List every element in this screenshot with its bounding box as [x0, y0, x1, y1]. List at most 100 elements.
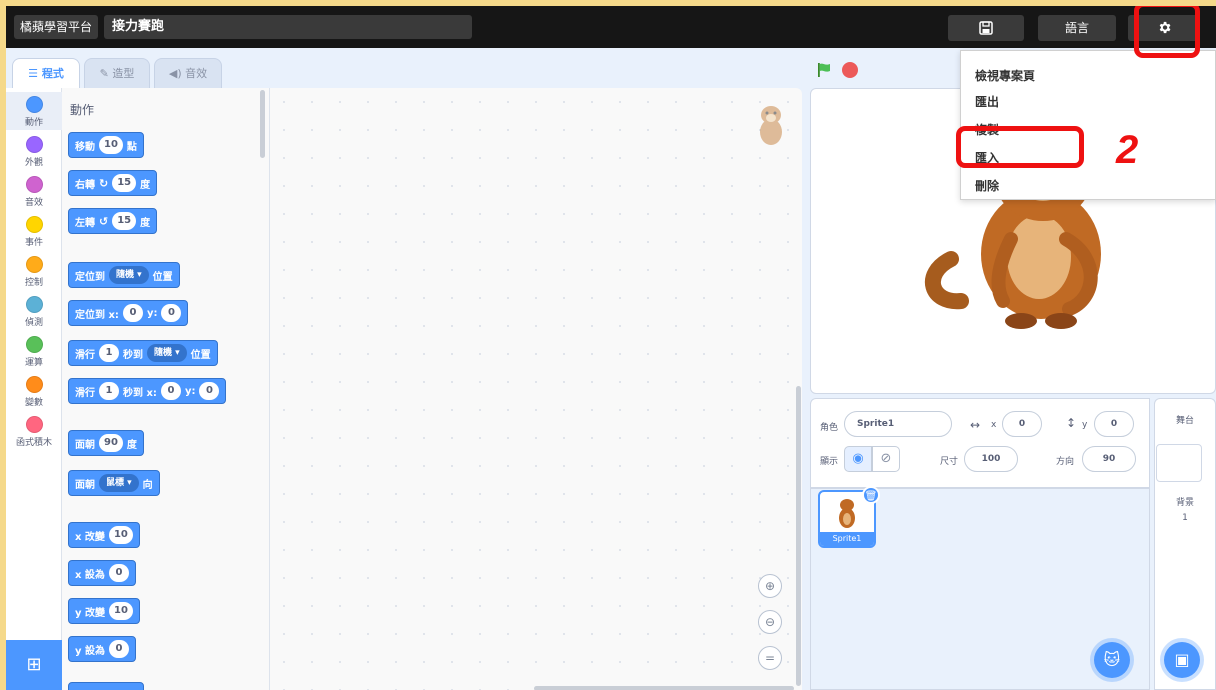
- x-input[interactable]: 0: [160, 382, 181, 400]
- category-color-dot: [25, 96, 43, 113]
- target-dropdown[interactable]: 鼠標 ▾: [99, 474, 139, 492]
- stop-icon[interactable]: [842, 62, 858, 78]
- category-label: 變數: [24, 398, 43, 408]
- category-0[interactable]: 動作: [6, 92, 62, 130]
- settings-highlight-box: [1134, 6, 1200, 58]
- seconds-input[interactable]: 1: [99, 344, 119, 362]
- size-label: 尺寸: [940, 457, 959, 467]
- category-color-dot: [25, 376, 43, 393]
- category-7[interactable]: 變數: [6, 372, 62, 410]
- set-y-block[interactable]: y 設為 0: [68, 636, 136, 662]
- top-menu-bar: 橘蘋學習平台 接力賽跑 語言: [6, 6, 1216, 48]
- horizontal-arrows-icon: ↔: [970, 418, 981, 432]
- x-input[interactable]: 0: [122, 304, 143, 322]
- workspace-horizontal-scrollbar[interactable]: [534, 686, 794, 690]
- tab-code[interactable]: ☰ 程式: [12, 58, 80, 88]
- zoom-in-icon: ⊕: [764, 579, 776, 593]
- hide-sprite-button[interactable]: ⊘: [872, 446, 900, 472]
- y-input[interactable]: 0: [109, 640, 129, 658]
- menu-item-export[interactable]: 匯出: [975, 93, 999, 110]
- category-color-dot: [25, 296, 43, 313]
- category-label: 外觀: [24, 158, 43, 168]
- target-dropdown[interactable]: 隨機 ▾: [147, 344, 187, 362]
- menu-item-view-project-page[interactable]: 檢視專案頁: [975, 67, 1035, 84]
- category-6[interactable]: 運算: [6, 332, 62, 370]
- y-input[interactable]: 10: [109, 602, 133, 620]
- stage-title: 舞台: [1175, 416, 1194, 426]
- y-position-input[interactable]: 0: [1094, 411, 1134, 437]
- y-input[interactable]: 0: [161, 304, 182, 322]
- go-to-xy-block[interactable]: 定位到 x: 0 y: 0: [68, 300, 189, 326]
- glide-to-xy-block[interactable]: 滑行 1 秒到 x: 0 y: 0: [68, 378, 227, 404]
- category-label: 事件: [24, 238, 43, 248]
- stage-thumbnail[interactable]: [1156, 444, 1202, 482]
- turn-left-block[interactable]: 左轉 ↺ 15 度: [68, 208, 158, 234]
- set-x-block[interactable]: x 設為 0: [68, 560, 136, 586]
- zoom-reset-icon: =: [764, 651, 776, 665]
- degrees-input[interactable]: 15: [112, 212, 137, 230]
- degrees-input[interactable]: 15: [112, 174, 137, 192]
- x-position-input[interactable]: 0: [1002, 411, 1042, 437]
- category-label: 偵測: [24, 318, 43, 328]
- speaker-icon: ◀): [168, 67, 186, 80]
- category-color-dot: [25, 136, 43, 153]
- add-sprite-button[interactable]: 🐱: [1094, 642, 1130, 678]
- category-2[interactable]: 音效: [6, 172, 62, 210]
- code-icon: ☰: [28, 67, 42, 80]
- sprite-name-input[interactable]: Sprite1: [844, 411, 952, 437]
- steps-input[interactable]: 10: [99, 136, 123, 154]
- category-4[interactable]: 控制: [6, 252, 62, 290]
- category-3[interactable]: 事件: [6, 212, 62, 250]
- show-sprite-button[interactable]: ◉: [844, 446, 872, 472]
- zoom-reset-button[interactable]: =: [758, 646, 782, 670]
- target-dropdown[interactable]: 隨機 ▾: [109, 266, 149, 284]
- go-to-block[interactable]: 定位到 隨機 ▾ 位置: [68, 262, 180, 288]
- rotate-counterclockwise-icon: ↺: [99, 214, 109, 228]
- palette-scrollbar[interactable]: [260, 90, 265, 158]
- move-steps-block[interactable]: 移動 10 點: [68, 132, 144, 158]
- direction-input[interactable]: 90: [1082, 446, 1136, 472]
- category-label: 音效: [24, 198, 43, 208]
- import-highlight-box: [956, 126, 1084, 168]
- zoom-out-button[interactable]: ⊖: [758, 610, 782, 634]
- category-5[interactable]: 偵測: [6, 292, 62, 330]
- delete-sprite-button[interactable]: 🗑: [862, 486, 880, 504]
- turn-right-block[interactable]: 右轉 ↻ 15 度: [68, 170, 158, 196]
- green-flag-icon[interactable]: [816, 62, 832, 78]
- y-input[interactable]: 0: [199, 382, 220, 400]
- category-label: 函式積木: [15, 438, 52, 448]
- save-button[interactable]: [948, 15, 1024, 41]
- x-input[interactable]: 10: [108, 526, 133, 544]
- category-color-dot: [25, 216, 43, 233]
- tab-sounds[interactable]: ◀) 音效: [154, 58, 222, 88]
- change-x-block[interactable]: x 改變 10: [68, 522, 140, 548]
- menu-item-delete[interactable]: 刪除: [975, 177, 999, 194]
- partial-block[interactable]: [68, 682, 144, 690]
- category-label: 動作: [24, 118, 43, 128]
- point-towards-block[interactable]: 面朝 鼠標 ▾ 向: [68, 470, 160, 496]
- floppy-disk-icon: [979, 21, 993, 35]
- project-title-input[interactable]: 接力賽跑: [104, 15, 472, 39]
- direction-input[interactable]: 90: [99, 434, 123, 452]
- tab-costumes[interactable]: ✎ 造型: [84, 58, 150, 88]
- category-color-dot: [25, 336, 43, 353]
- change-y-block[interactable]: y 改變 10: [68, 598, 140, 624]
- zoom-in-button[interactable]: ⊕: [758, 574, 782, 598]
- glide-to-block[interactable]: 滑行 1 秒到 隨機 ▾ 位置: [68, 340, 218, 366]
- category-8[interactable]: 函式積木: [6, 412, 62, 450]
- size-input[interactable]: 100: [964, 446, 1018, 472]
- seconds-input[interactable]: 1: [99, 382, 119, 400]
- sprite-tile-name: Sprite1: [820, 532, 874, 546]
- add-backdrop-button[interactable]: ▣: [1164, 642, 1200, 678]
- workspace-vertical-scrollbar[interactable]: [796, 386, 801, 686]
- point-in-direction-block[interactable]: 面朝 90 度: [68, 430, 144, 456]
- step-number-label: 2: [1116, 128, 1139, 172]
- sprite-name-label: 角色: [820, 423, 839, 433]
- code-workspace[interactable]: [270, 88, 802, 690]
- brand-label[interactable]: 橘蘋學習平台: [14, 15, 99, 39]
- category-1[interactable]: 外觀: [6, 132, 62, 170]
- language-button[interactable]: 語言: [1038, 15, 1116, 41]
- x-input[interactable]: 0: [108, 564, 129, 582]
- add-extension-button[interactable]: ⊞: [6, 640, 62, 690]
- zoom-out-icon: ⊖: [764, 615, 776, 629]
